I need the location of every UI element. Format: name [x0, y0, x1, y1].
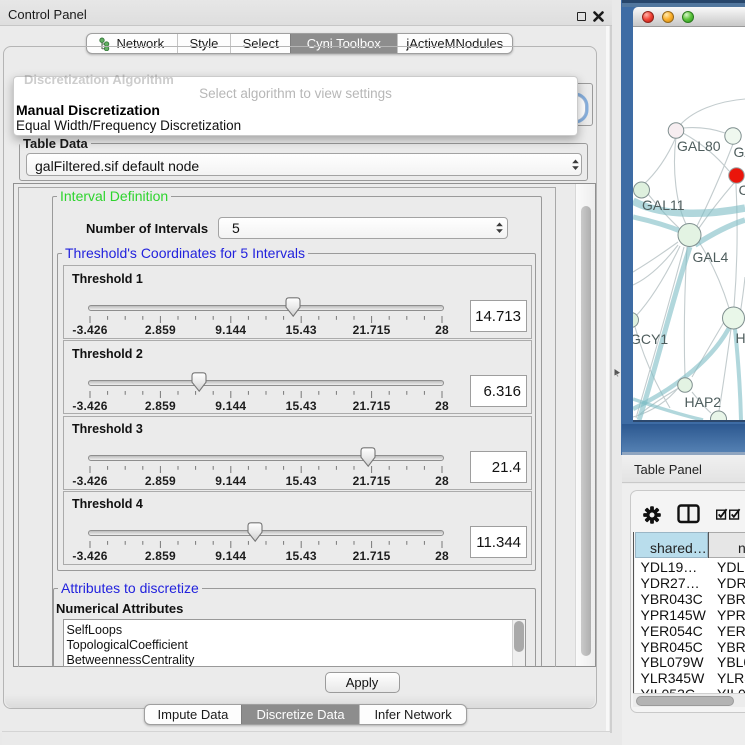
- svg-text:GAL11: GAL11: [642, 197, 685, 213]
- svg-text:HAP2: HAP2: [685, 394, 722, 410]
- svg-text:HA: HA: [736, 330, 745, 346]
- svg-text:C: C: [739, 182, 745, 198]
- svg-text:GAL80: GAL80: [677, 138, 721, 154]
- svg-text:GA: GA: [734, 144, 745, 160]
- svg-text:GAL4: GAL4: [693, 249, 729, 265]
- svg-text:GCY1: GCY1: [633, 331, 668, 347]
